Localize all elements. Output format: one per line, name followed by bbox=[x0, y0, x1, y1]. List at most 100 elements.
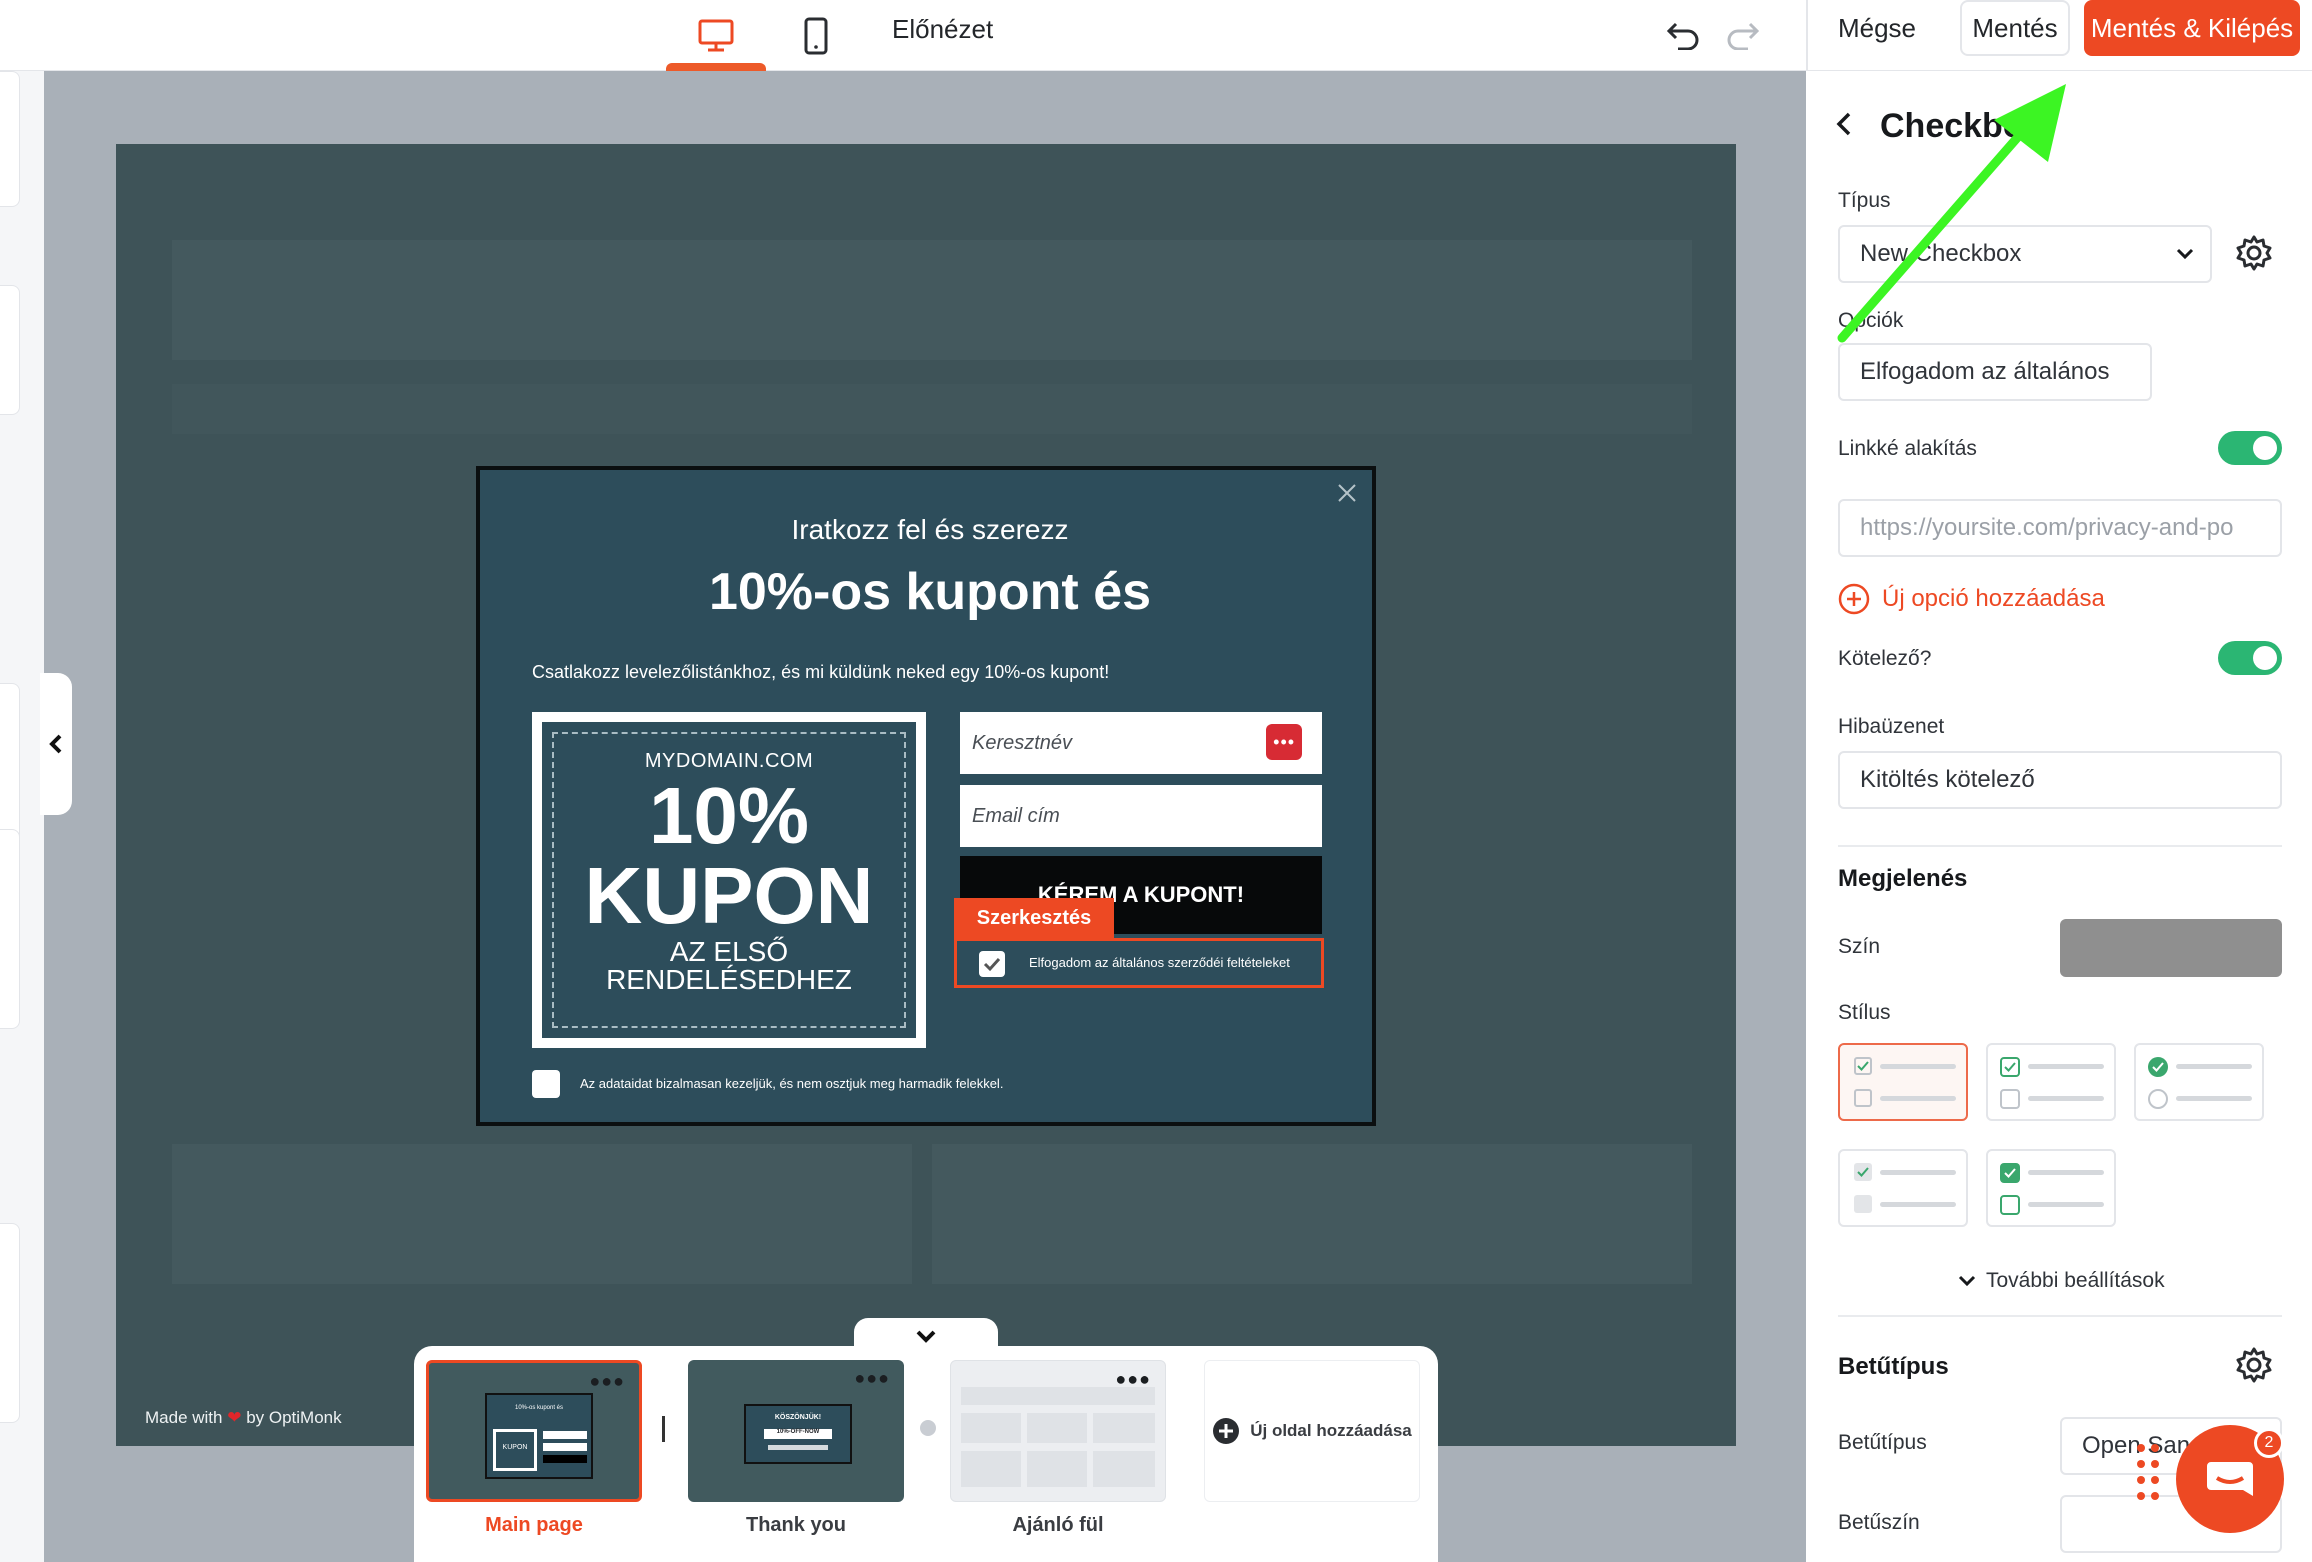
error-message-label: Hibaüzenet bbox=[1838, 715, 1945, 738]
color-label: Szín bbox=[1838, 935, 1881, 958]
more-options-icon[interactable]: ●●● bbox=[589, 1371, 625, 1392]
checkmark-icon bbox=[2004, 1062, 2016, 1072]
close-icon[interactable] bbox=[1336, 482, 1358, 504]
checkbox-style-option-2[interactable] bbox=[1986, 1043, 2116, 1121]
coupon-line-1: AZ ELSŐ bbox=[669, 936, 789, 967]
thumb-popup: 10%-os kupont és KUPON bbox=[485, 1393, 593, 1479]
add-page-button[interactable]: Új oldal hozzáadása bbox=[1204, 1360, 1420, 1502]
credit-suffix: by OptiMonk bbox=[246, 1408, 342, 1427]
style-line bbox=[2028, 1170, 2104, 1175]
add-page-label: Új oldal hozzáadása bbox=[1250, 1421, 1412, 1440]
mobile-view-button[interactable] bbox=[766, 0, 866, 71]
link-label: Linkké alakítás bbox=[1838, 437, 1977, 460]
popup-title: 10%-os kupont és bbox=[708, 563, 1152, 621]
link-toggle[interactable] bbox=[2218, 431, 2282, 465]
page-thumb-main[interactable]: ●●● 10%-os kupont és KUPON bbox=[426, 1360, 642, 1502]
page-separator bbox=[662, 1416, 665, 1442]
drag-handle-icon[interactable] bbox=[2136, 1442, 2160, 1506]
gear-icon[interactable] bbox=[2234, 233, 2274, 273]
checkmark-icon bbox=[983, 957, 1001, 972]
page-strip: ●●● 10%-os kupont és KUPON Main page ●●●… bbox=[414, 1346, 1438, 1562]
thumb-line bbox=[768, 1445, 828, 1450]
page-label-teaser[interactable]: Ajánló fül bbox=[950, 1514, 1166, 1537]
thumb-popup: KÖSZÖNJÜK! 10%-OFF-NOW bbox=[744, 1404, 852, 1464]
chevron-left-icon bbox=[49, 734, 62, 754]
checkbox-style-option-1[interactable] bbox=[1838, 1043, 1968, 1121]
ghost-block bbox=[172, 1144, 912, 1284]
page-thumb-teaser[interactable]: ●●● bbox=[950, 1360, 1166, 1502]
style-line bbox=[1880, 1064, 1956, 1069]
more-settings-toggle[interactable]: További beállítások bbox=[1958, 1269, 2165, 1293]
terms-checkbox[interactable] bbox=[979, 951, 1005, 977]
privacy-checkbox[interactable] bbox=[532, 1070, 560, 1098]
mobile-icon bbox=[804, 17, 828, 54]
thumb-block bbox=[1093, 1413, 1155, 1443]
coupon-first-order: AZ ELSŐ RENDELÉSEDHEZ bbox=[554, 938, 904, 994]
thumb-block bbox=[1027, 1413, 1087, 1443]
style-line bbox=[2176, 1064, 2252, 1069]
style-check-circle bbox=[2148, 1057, 2168, 1077]
page-thumb-thank-you[interactable]: ●●● KÖSZÖNJÜK! 10%-OFF-NOW bbox=[688, 1360, 904, 1502]
email-input[interactable]: Email cím bbox=[960, 785, 1322, 847]
sidebar-card[interactable] bbox=[0, 285, 20, 415]
popup-preview[interactable]: Iratkozz fel és szerezz 10%-os kupont és… bbox=[476, 466, 1376, 1126]
option-input[interactable]: Elfogadom az általános bbox=[1838, 343, 2152, 401]
thumb-block bbox=[1027, 1451, 1087, 1487]
active-device-indicator bbox=[666, 63, 766, 71]
preview-button[interactable]: Előnézet bbox=[892, 14, 993, 45]
style-check-box bbox=[1854, 1057, 1872, 1075]
thumb-input bbox=[543, 1443, 587, 1451]
selected-checkbox-element[interactable]: Elfogadom az általános szerződéi feltéte… bbox=[954, 938, 1324, 988]
color-picker[interactable] bbox=[2060, 919, 2282, 977]
font-label: Betűtípus bbox=[1838, 1431, 1927, 1454]
url-input[interactable]: https://yoursite.com/privacy-and-po bbox=[1838, 499, 2282, 557]
more-options-icon[interactable]: ●●● bbox=[854, 1368, 890, 1389]
style-line bbox=[1880, 1202, 1956, 1207]
checkbox-style-option-5[interactable] bbox=[1986, 1149, 2116, 1227]
sidebar-card[interactable] bbox=[0, 829, 20, 1029]
redo-icon bbox=[1727, 22, 1760, 50]
checkmark-icon bbox=[1857, 1061, 1869, 1071]
redo-button[interactable] bbox=[1718, 10, 1768, 60]
annotation-arrow-icon bbox=[1837, 84, 2066, 343]
style-check-box bbox=[2000, 1089, 2020, 1109]
thumb-coupon-word: KUPON bbox=[496, 1432, 534, 1468]
top-toolbar: Előnézet Mégse Mentés Mentés & Kilépés bbox=[0, 0, 2312, 71]
save-button[interactable]: Mentés bbox=[1960, 0, 2070, 56]
popup-description: Csatlakozz levelezőlistánkhoz, és mi kül… bbox=[532, 662, 1110, 682]
password-manager-icon[interactable]: ••• bbox=[1266, 724, 1302, 760]
coupon-graphic: MYDOMAIN.COM 10% KUPON AZ ELSŐ RENDELÉSE… bbox=[532, 712, 926, 1048]
page-label-main[interactable]: Main page bbox=[426, 1514, 642, 1537]
style-line bbox=[2176, 1096, 2252, 1101]
required-toggle[interactable] bbox=[2218, 641, 2282, 675]
sidebar-card[interactable] bbox=[0, 71, 20, 207]
ghost-block bbox=[172, 240, 1692, 360]
thumb-coupon: KUPON bbox=[493, 1429, 537, 1471]
cancel-button[interactable]: Mégse bbox=[1812, 0, 1942, 56]
sidebar-card[interactable] bbox=[0, 1223, 20, 1423]
checkbox-style-option-4[interactable] bbox=[1838, 1149, 1968, 1227]
gear-icon[interactable] bbox=[2234, 1345, 2274, 1385]
privacy-checkbox-label: Az adataidat bizalmasan kezeljük, és nem… bbox=[580, 1076, 1004, 1091]
add-option-button[interactable]: Új opció hozzáadása bbox=[1838, 583, 2105, 615]
edit-tag[interactable]: Szerkesztés bbox=[954, 898, 1114, 938]
desktop-view-button[interactable] bbox=[666, 0, 766, 71]
desktop-icon bbox=[698, 19, 734, 51]
sidebar-expand-tab[interactable] bbox=[40, 673, 72, 815]
ghost-block bbox=[932, 1144, 1692, 1284]
plus-circle-icon bbox=[1838, 583, 1870, 615]
checkmark-icon bbox=[2004, 1168, 2016, 1178]
style-check-circle bbox=[2148, 1089, 2168, 1109]
checkbox-style-option-3[interactable] bbox=[2134, 1043, 2264, 1121]
coupon-percent: 10% bbox=[648, 771, 810, 860]
thumb-block bbox=[961, 1413, 1021, 1443]
style-label: Stílus bbox=[1838, 1001, 1891, 1024]
style-line bbox=[2028, 1202, 2104, 1207]
undo-button[interactable] bbox=[1658, 10, 1708, 60]
page-label-thank-you[interactable]: Thank you bbox=[688, 1514, 904, 1537]
firstname-input[interactable]: Keresztnév ••• bbox=[960, 712, 1322, 774]
save-and-exit-button[interactable]: Mentés & Kilépés bbox=[2084, 0, 2300, 56]
error-message-input[interactable]: Kitöltés kötelező bbox=[1838, 751, 2282, 809]
plus-circle-icon bbox=[1213, 1418, 1240, 1444]
section-divider bbox=[1838, 845, 2282, 847]
